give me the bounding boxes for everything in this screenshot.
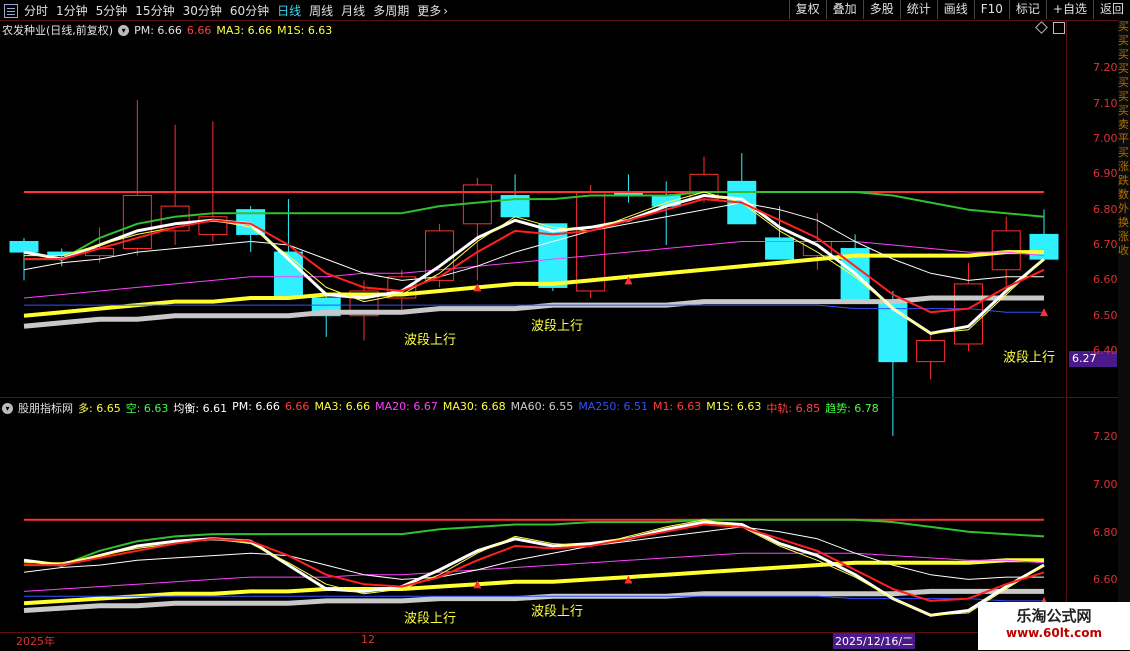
main-y-tick-7: 6.50 — [1093, 308, 1118, 322]
tab-period-9[interactable]: 多周期 — [373, 2, 409, 19]
toolbar-button-3[interactable]: 统计 — [899, 0, 937, 19]
sub-indicator-value-9: MA250: 6.51 — [578, 400, 649, 413]
tab-period-0[interactable]: 分时 — [24, 2, 48, 19]
tab-period-1[interactable]: 1分钟 — [56, 2, 88, 19]
watermark-url: www.60lt.com — [1005, 626, 1103, 640]
candle-body — [576, 191, 606, 292]
toolbar-button-1[interactable]: 叠加 — [825, 0, 863, 19]
sub-indicator-value-8: MA60: 6.55 — [510, 400, 574, 413]
toolbar-button-8[interactable]: 返回 — [1092, 0, 1130, 19]
sub-indicator-value-4: 6.66 — [284, 400, 310, 413]
sub-indicator-value-2: 均衡: 6.61 — [173, 402, 228, 415]
candle-body — [953, 283, 983, 345]
toolbar-button-0[interactable]: 复权 — [788, 0, 826, 19]
sub-indicator-value-5: MA3: 6.66 — [314, 400, 371, 413]
sub-indicator-value-13: 趋势: 6.78 — [825, 402, 879, 415]
tab-period-8[interactable]: 月线 — [341, 2, 365, 19]
annotation-main-0: 波段上行 — [404, 333, 456, 348]
sub-y-tick-2: 6.80 — [1093, 525, 1118, 539]
sub-y-tick-0: 7.20 — [1093, 430, 1118, 444]
sub-y-tick-1: 7.00 — [1093, 477, 1118, 491]
candle-body — [916, 339, 946, 363]
more-arrow-icon[interactable]: › — [443, 4, 448, 18]
chevron-down-icon[interactable]: ▾ — [2, 402, 13, 414]
main-y-tick-8: 6.40 — [1093, 344, 1118, 358]
annotation-main-1: 波段上行 — [531, 319, 583, 334]
watermark: 乐淘公式网 www.60lt.com — [978, 602, 1130, 650]
tab-period-3[interactable]: 15分钟 — [135, 2, 174, 19]
trading-app: 分时 1分钟 5分钟 15分钟 30分钟 60分钟 日线 周线 月线 多周期 更多 › 复权 叠加 多股统… — [0, 0, 1130, 650]
period-tabs: 分时 1分钟 5分钟 15分钟 30分钟 60分钟 日线 周线 月线 多周期 更多 › — [4, 2, 456, 19]
candle-body — [9, 240, 39, 253]
sub-indicator-values: 多: 6.65 空: 6.63 均衡: 6.61 PM: 6.66 6.66 MA3: 6… — [78, 400, 884, 416]
period-toolbar: 分时 1分钟 5分钟 15分钟 30分钟 60分钟 日线 周线 月线 多周期 更多 › 复权 叠加 多股统… — [0, 0, 1130, 21]
main-y-tick-4: 6.80 — [1093, 202, 1118, 216]
date-axis: 2025年 12 2025/12/16/二 — [0, 632, 1130, 651]
right-strip-text: 买买买买买买买卖平买涨跌数外换涨收 — [1118, 20, 1129, 257]
toolbar-button-7[interactable]: +自选 — [1045, 0, 1093, 19]
sub-price-axis: 7.207.006.806.606.40 — [1066, 397, 1119, 634]
toolbar-button-4[interactable]: 画线 — [936, 0, 974, 19]
sub-indicator-value-3: PM: 6.66 — [232, 400, 280, 413]
sub-indicator-value-7: MA30: 6.68 — [442, 400, 506, 413]
main-y-tick-3: 6.90 — [1093, 167, 1118, 181]
main-y-tick-5: 6.70 — [1093, 238, 1118, 251]
date-label-month: 12 — [361, 633, 375, 646]
main-y-tick-2: 7.00 — [1093, 131, 1118, 145]
sub-indicator-value-6: MA20: 6.67 — [375, 400, 438, 413]
sub-indicator-value-0: 多: 6.65 — [78, 402, 121, 415]
date-label-year: 2025年 — [16, 635, 55, 648]
tab-period-7[interactable]: 周线 — [309, 2, 333, 19]
main-price-axis: 6.27 7.20 7.10 7.00 6.90 6.80 6.70 6.60 6.50 6.4… — [1066, 20, 1119, 397]
main-y-tick-1: 7.10 — [1093, 96, 1118, 110]
menu-icon[interactable] — [4, 3, 18, 18]
date-label-cursor: 2025/12/16/二 — [833, 633, 916, 649]
main-series-line-5 — [23, 241, 1045, 299]
sub-panel-header: ▾ 股朋指标网 多: 6.65 空: 6.63 均衡: 6.61 PM: 6.66 6.… — [2, 400, 889, 416]
sub-y-tick-3: 6.60 — [1093, 573, 1118, 587]
indicator-name[interactable]: 股朋指标网 — [18, 400, 73, 416]
right-info-strip: 买买买买买买买卖平买涨跌数外换涨收 — [1118, 20, 1130, 632]
tab-period-4[interactable]: 30分钟 — [183, 2, 222, 19]
sub-indicator-value-1: 空: 6.63 — [125, 402, 169, 415]
sub-indicator-value-12: 中轨: 6.85 — [766, 402, 821, 415]
toolbar-actions: 复权 叠加 多股 统计 画线 F10 标记 +自选 返回 — [788, 0, 1130, 19]
watermark-title: 乐淘公式网 — [1016, 607, 1092, 625]
toolbar-button-2[interactable]: 多股 — [862, 0, 900, 19]
toolbar-button-6[interactable]: 标记 — [1008, 0, 1046, 19]
main-y-tick-0: 7.20 — [1093, 61, 1118, 75]
tab-period-10[interactable]: 更多 — [417, 2, 441, 19]
tab-period-6[interactable]: 日线 — [277, 2, 301, 19]
sub-indicator-value-11: M1S: 6.63 — [706, 400, 762, 413]
candle-body — [878, 301, 908, 363]
toolbar-button-5[interactable]: F10 — [973, 0, 1009, 19]
sub-indicator-value-10: M1: 6.63 — [653, 400, 702, 413]
main-y-tick-6: 6.60 — [1093, 273, 1118, 287]
tab-period-5[interactable]: 60分钟 — [230, 2, 269, 19]
annotation-main-2: 波段上行 — [1003, 351, 1055, 366]
sub-chart-panel: ▾ 股朋指标网 多: 6.65 空: 6.63 均衡: 6.61 PM: 6.66 6.… — [0, 397, 1065, 633]
tab-period-2[interactable]: 5分钟 — [96, 2, 128, 19]
